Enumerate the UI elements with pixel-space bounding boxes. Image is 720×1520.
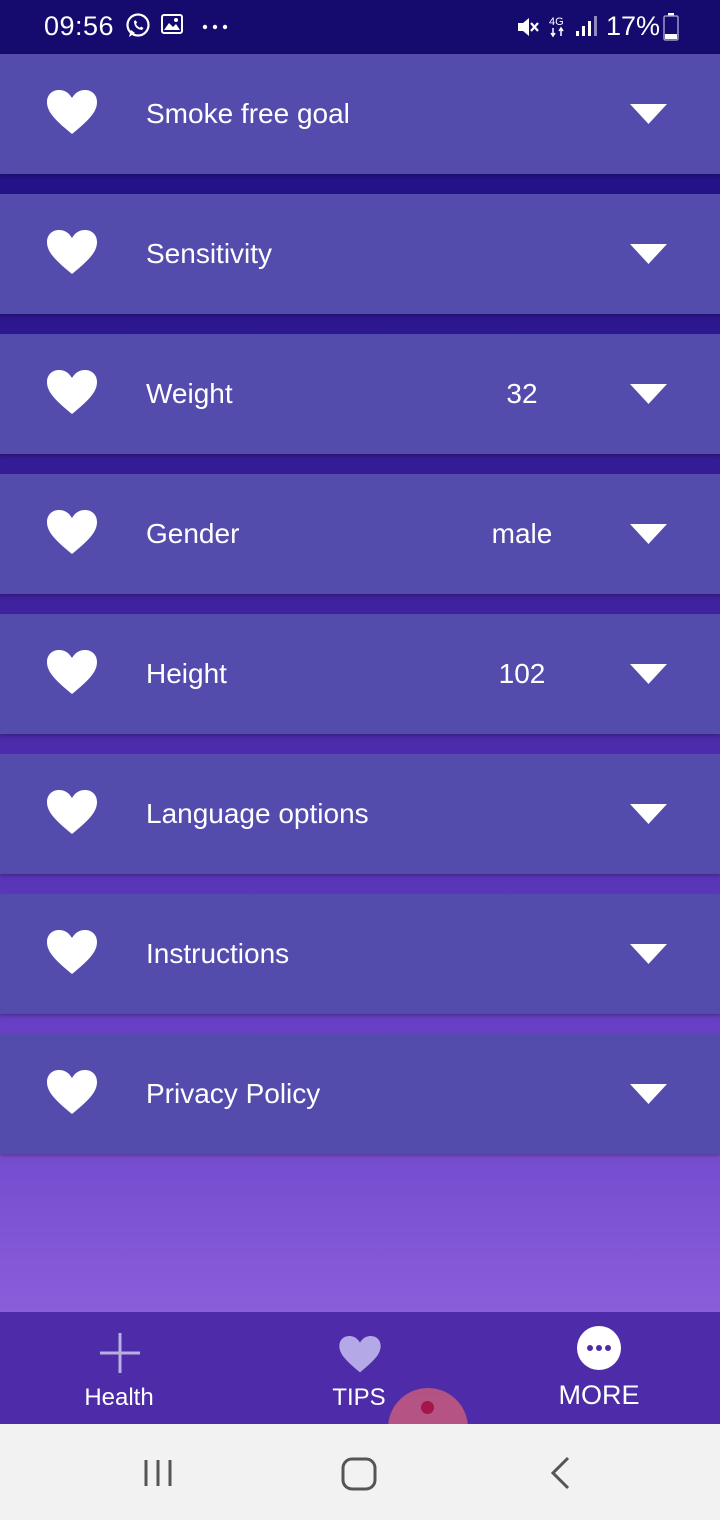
battery-icon [663, 13, 679, 41]
whatsapp-icon [126, 13, 150, 37]
settings-row-language-options[interactable]: Language options [0, 754, 720, 874]
row-label: Weight [146, 378, 233, 409]
status-bar: 09:56 4G 17% [0, 0, 720, 54]
settings-row-gender[interactable]: Gender male [0, 474, 720, 594]
battery-percent: 17% [606, 11, 661, 41]
heart-icon [47, 510, 97, 554]
nav-more[interactable]: MORE [499, 1312, 699, 1424]
row-value: male [491, 518, 553, 549]
settings-row-instructions[interactable]: Instructions [0, 894, 720, 1014]
chevron-down-icon[interactable] [630, 804, 667, 824]
chevron-down-icon[interactable] [630, 524, 667, 544]
signal-icon [576, 16, 597, 36]
heart-icon [339, 1336, 381, 1373]
bottom-nav: Health TIPS MORE [0, 1312, 720, 1424]
svg-text:4G: 4G [549, 16, 564, 28]
heart-icon [47, 1070, 97, 1114]
back-icon[interactable] [548, 1456, 572, 1490]
heart-icon [47, 790, 97, 834]
heart-icon [47, 370, 97, 414]
row-value: 32 [506, 378, 538, 409]
row-label: Height [146, 658, 227, 689]
more-notifications-icon [202, 24, 228, 30]
row-label: Instructions [146, 938, 290, 969]
bubble-dot [421, 1401, 434, 1414]
more-icon [577, 1326, 621, 1370]
heart-icon [47, 650, 97, 694]
settings-row-smoke-free-goal[interactable]: Smoke free goal [0, 54, 720, 174]
chevron-down-icon[interactable] [630, 384, 667, 404]
settings-list: Smoke free goal Sensitivity Weight 32 Ge… [0, 54, 720, 1312]
row-label: Language options [146, 798, 369, 829]
settings-row-privacy-policy[interactable]: Privacy Policy [0, 1034, 720, 1154]
gallery-icon [161, 14, 183, 34]
row-label: Gender [146, 518, 240, 549]
row-value: 102 [498, 658, 546, 689]
chevron-down-icon[interactable] [630, 664, 667, 684]
recent-apps-icon[interactable] [142, 1458, 174, 1488]
settings-row-height[interactable]: Height 102 [0, 614, 720, 734]
chevron-down-icon[interactable] [630, 244, 667, 264]
settings-row-weight[interactable]: Weight 32 [0, 334, 720, 454]
4g-icon: 4G [549, 16, 564, 38]
chevron-down-icon[interactable] [630, 1084, 667, 1104]
heart-icon [47, 930, 97, 974]
heart-icon [47, 90, 97, 134]
settings-row-sensitivity[interactable]: Sensitivity [0, 194, 720, 314]
plus-icon [100, 1333, 140, 1373]
nav-health[interactable]: Health [19, 1312, 219, 1424]
row-label: Smoke free goal [146, 98, 350, 129]
home-icon[interactable] [341, 1457, 377, 1491]
mute-icon [518, 18, 539, 36]
system-nav-bar [0, 1424, 720, 1520]
chevron-down-icon[interactable] [630, 104, 667, 124]
chevron-down-icon[interactable] [630, 944, 667, 964]
nav-label-health: Health [84, 1384, 154, 1411]
heart-icon [47, 230, 97, 274]
nav-label-more: MORE [558, 1380, 640, 1410]
row-label: Sensitivity [146, 238, 273, 269]
status-time: 09:56 [44, 11, 115, 41]
row-label: Privacy Policy [146, 1078, 321, 1109]
